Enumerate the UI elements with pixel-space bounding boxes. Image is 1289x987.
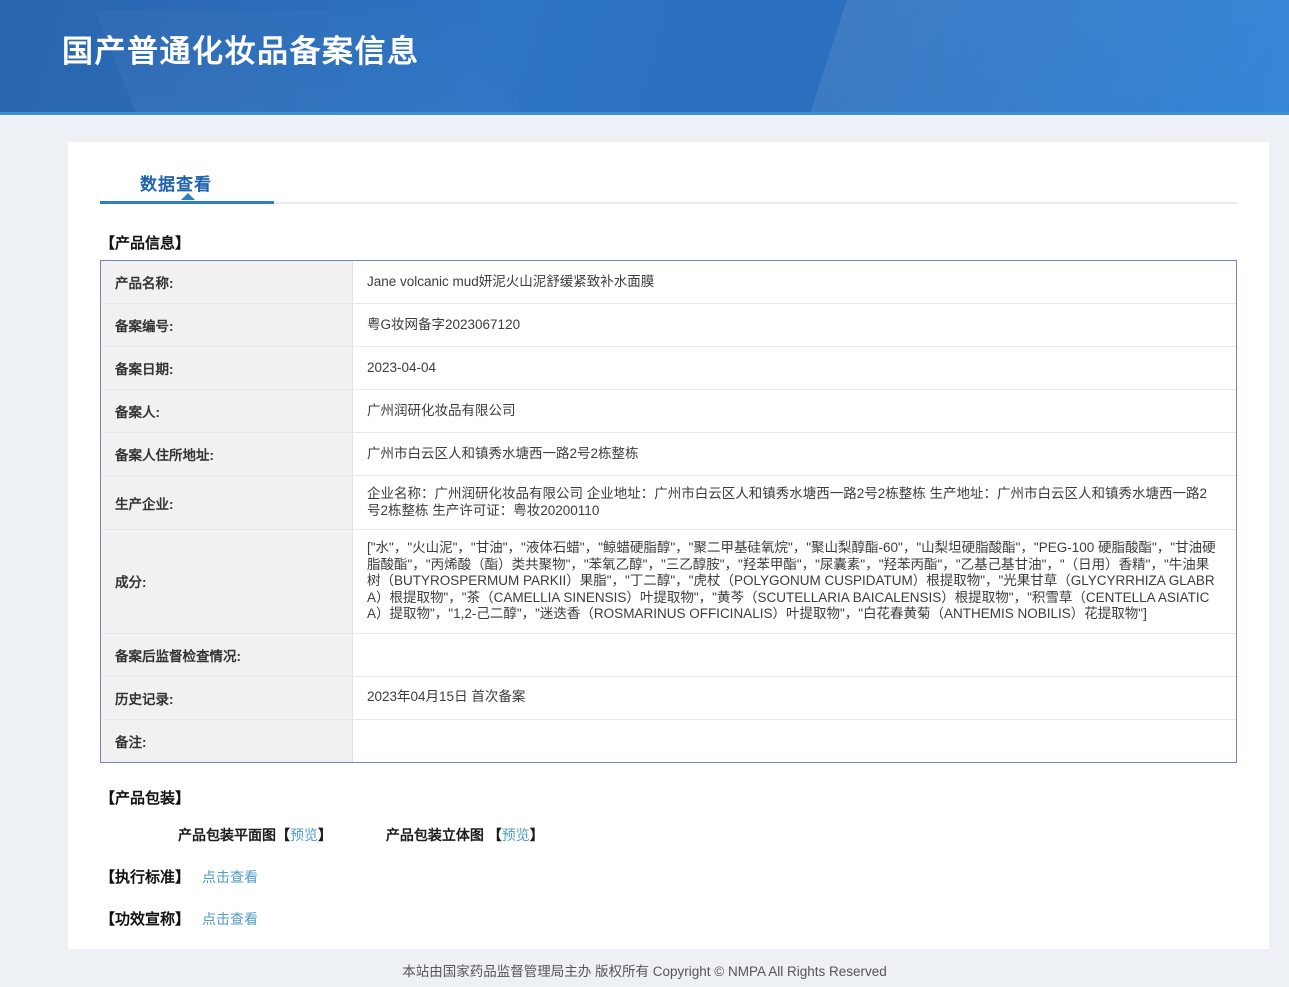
row-value: 2023-04-04: [353, 347, 1236, 389]
row-value: 广州润研化妆品有限公司: [353, 390, 1236, 432]
packaging-stereo-label: 产品包装立体图: [386, 827, 488, 843]
row-label: 备案人:: [101, 390, 353, 432]
bracket-open: 【: [488, 827, 502, 843]
table-row-ingredients: 成分: ["水"，"火山泥"，"甘油"，"液体石蜡"，"鲸蜡硬脂醇"，"聚二甲基…: [101, 530, 1236, 634]
tab-caret-icon: [181, 193, 195, 200]
standards-view-link[interactable]: 点击查看: [202, 869, 258, 885]
table-row-product-name: 产品名称: Jane volcanic mud妍泥火山泥舒缓紧致补水面膜: [101, 261, 1236, 304]
row-value: 企业名称：广州润研化妆品有限公司 企业地址：广州市白云区人和镇秀水塘西一路2号2…: [353, 476, 1236, 529]
copyright-text: 本站由国家药品监督管理局主办 版权所有 Copyright © NMPA All…: [402, 964, 887, 979]
product-info-heading: 【产品信息】: [100, 232, 1237, 253]
row-label: 备案人住所地址:: [101, 433, 353, 475]
table-row-supervision: 备案后监督检查情况:: [101, 634, 1236, 677]
row-value: ["水"，"火山泥"，"甘油"，"液体石蜡"，"鲸蜡硬脂醇"，"聚二甲基硅氧烷"…: [353, 530, 1236, 633]
row-label: 成分:: [101, 530, 353, 633]
bracket-open: 【: [276, 827, 290, 843]
product-info-table: 产品名称: Jane volcanic mud妍泥火山泥舒缓紧致补水面膜 备案编…: [100, 260, 1237, 763]
row-value: 2023年04月15日 首次备案: [353, 677, 1236, 719]
table-row-remarks: 备注:: [101, 720, 1236, 762]
packaging-flat-item: 产品包装平面图【预览】: [178, 825, 332, 845]
row-value: [353, 634, 1236, 676]
tab-active-underline: [100, 201, 274, 204]
bracket-close: 】: [530, 827, 544, 843]
row-label: 备案后监督检查情况:: [101, 634, 353, 676]
bracket-close: 】: [318, 827, 332, 843]
row-label: 备案编号:: [101, 304, 353, 346]
packaging-flat-label: 产品包装平面图: [178, 827, 276, 843]
row-value: 广州市白云区人和镇秀水塘西一路2号2栋整栋: [353, 433, 1236, 475]
tab-bar: 数据查看: [100, 168, 1237, 204]
efficacy-view-link[interactable]: 点击查看: [202, 911, 258, 927]
packaging-stereo-preview-link[interactable]: 预览: [502, 827, 530, 843]
tab-data-view[interactable]: 数据查看: [140, 168, 212, 202]
table-row-filer: 备案人: 广州润研化妆品有限公司: [101, 390, 1236, 433]
row-label: 备案日期:: [101, 347, 353, 389]
content-card: 数据查看 【产品信息】 产品名称: Jane volcanic mud妍泥火山泥…: [68, 142, 1269, 949]
efficacy-heading: 【功效宣称】: [100, 911, 190, 928]
page-title: 国产普通化妆品备案信息: [0, 0, 1289, 71]
row-value: 粤G妆网备字2023067120: [353, 304, 1236, 346]
table-row-manufacturer: 生产企业: 企业名称：广州润研化妆品有限公司 企业地址：广州市白云区人和镇秀水塘…: [101, 476, 1236, 530]
packaging-heading: 【产品包装】: [100, 787, 1237, 808]
table-row-filing-date: 备案日期: 2023-04-04: [101, 347, 1236, 390]
row-value: [353, 720, 1236, 762]
row-label: 生产企业:: [101, 476, 353, 529]
page-header: 国产普通化妆品备案信息: [0, 0, 1289, 115]
row-label: 产品名称:: [101, 261, 353, 303]
standards-heading: 【执行标准】: [100, 869, 190, 886]
packaging-flat-preview-link[interactable]: 预览: [290, 827, 318, 843]
row-label: 历史记录:: [101, 677, 353, 719]
row-value: Jane volcanic mud妍泥火山泥舒缓紧致补水面膜: [353, 261, 1236, 303]
page-footer: 本站由国家药品监督管理局主办 版权所有 Copyright © NMPA All…: [0, 949, 1289, 987]
packaging-stereo-item: 产品包装立体图 【预览】: [386, 825, 544, 845]
packaging-links-row: 产品包装平面图【预览】 产品包装立体图 【预览】: [178, 825, 1237, 845]
efficacy-row: 【功效宣称】点击查看: [100, 908, 1237, 929]
row-label: 备注:: [101, 720, 353, 762]
table-row-history: 历史记录: 2023年04月15日 首次备案: [101, 677, 1236, 720]
table-row-filer-address: 备案人住所地址: 广州市白云区人和镇秀水塘西一路2号2栋整栋: [101, 433, 1236, 476]
standards-row: 【执行标准】点击查看: [100, 866, 1237, 887]
table-row-filing-number: 备案编号: 粤G妆网备字2023067120: [101, 304, 1236, 347]
